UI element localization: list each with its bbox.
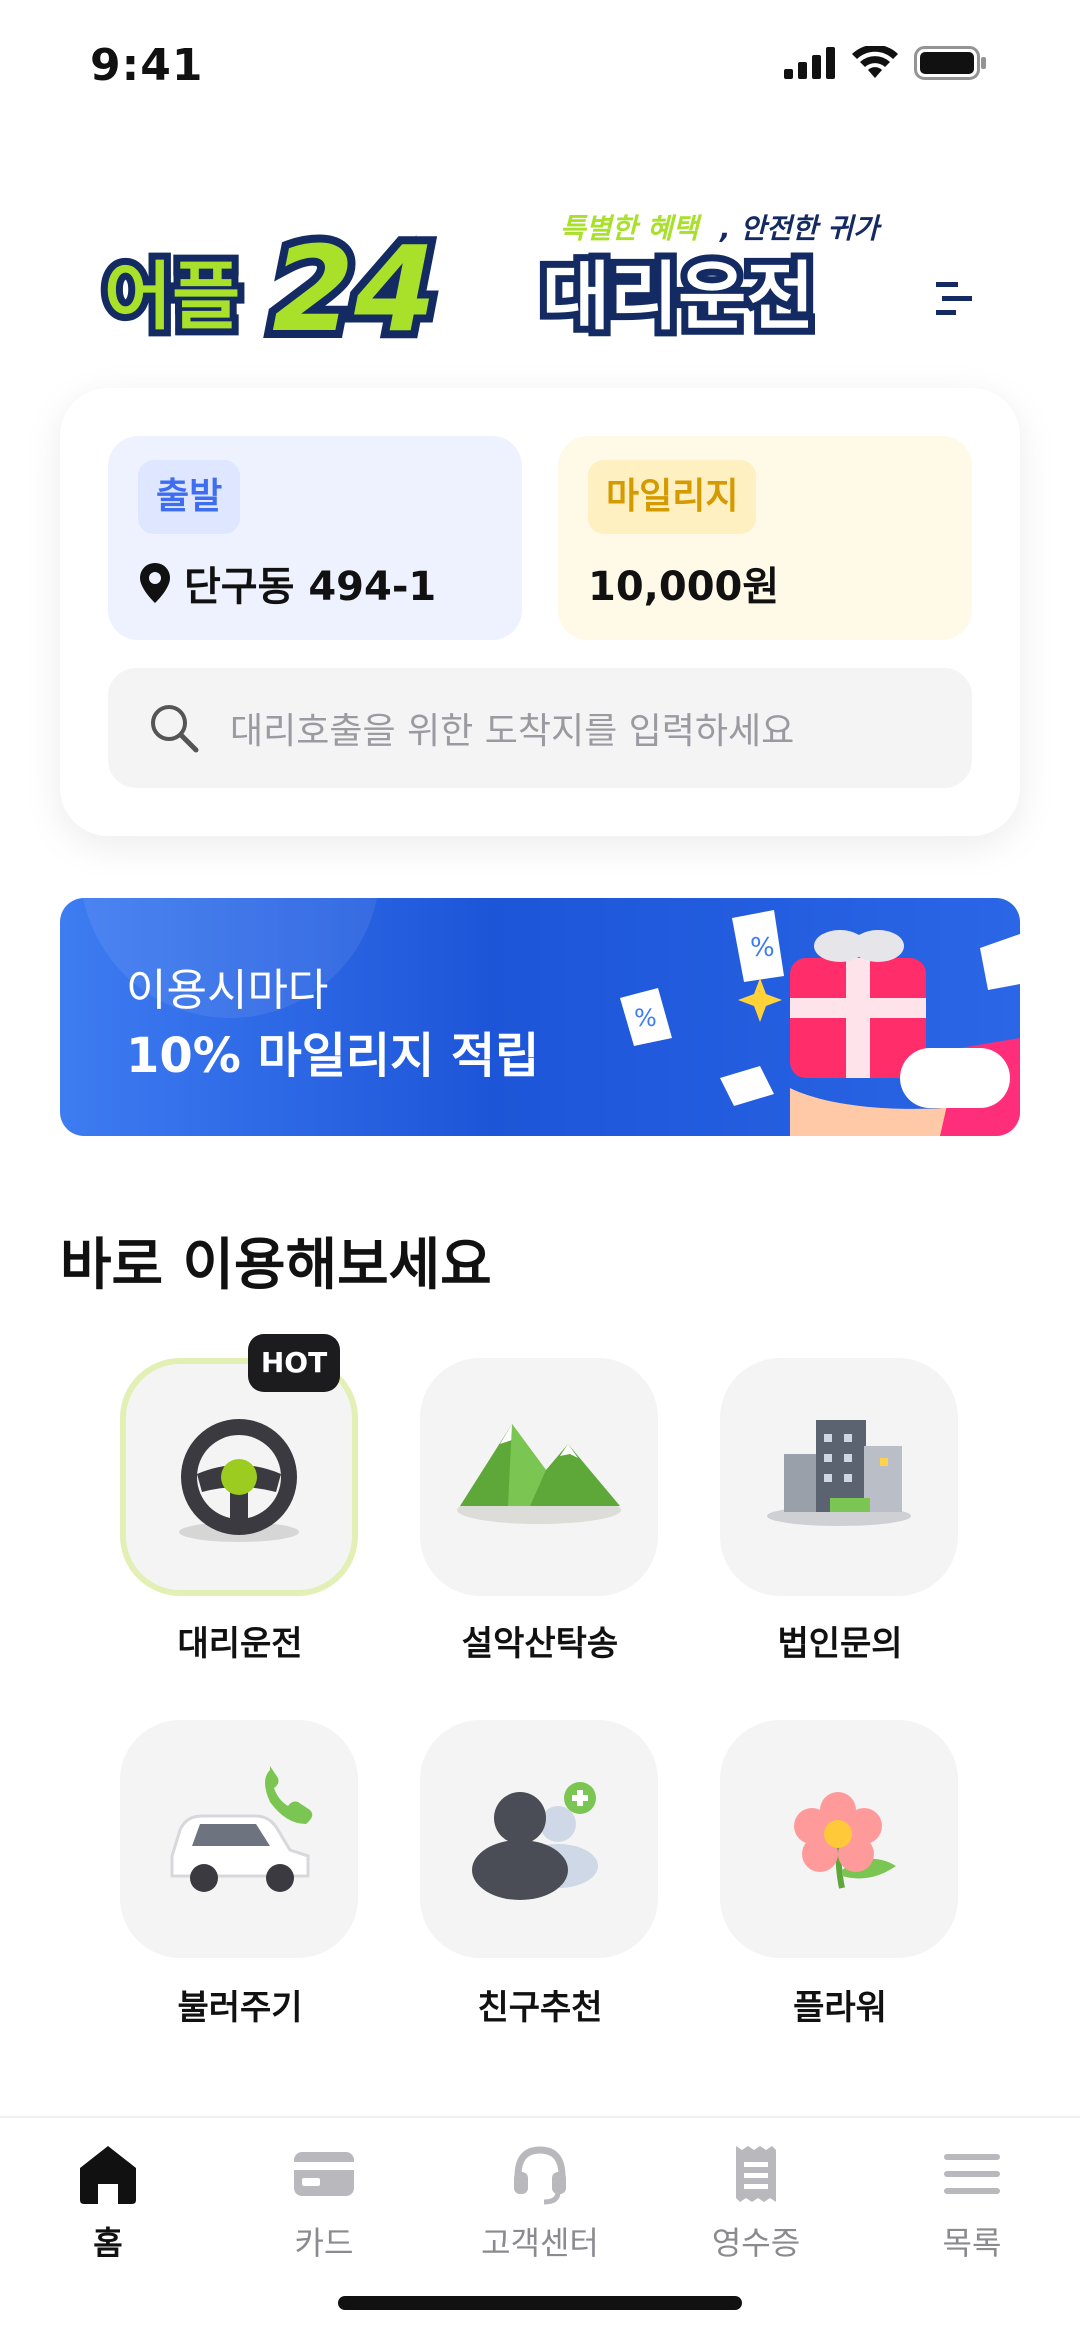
menu-icon — [944, 2154, 1000, 2194]
service-label-seorak: 설악산탁송 — [461, 1624, 619, 1664]
receipt-icon — [736, 2146, 776, 2202]
nav-home[interactable]: 홈 — [28, 2142, 188, 2264]
service-label-flower: 플라워 — [793, 1988, 887, 2028]
service-tile-referral[interactable] — [420, 1720, 658, 1958]
app-logo: 어플 어플 24 24 대리운전 특별한 혜택 , 안전한 귀가 — [97, 200, 980, 366]
home-indicator — [338, 2296, 742, 2310]
wifi-icon — [852, 46, 898, 78]
logo-tagline-rest: , 안전한 귀가 — [719, 212, 882, 245]
nav-support[interactable]: 고객센터 — [460, 2142, 620, 2264]
departure-address: 단구동 494-1 — [184, 564, 437, 610]
home-icon — [80, 2146, 136, 2204]
status-bar: 9:41 — [0, 0, 1080, 130]
nav-menu-label: 목록 — [942, 2224, 1002, 2262]
nav-support-label: 고객센터 — [481, 2224, 599, 2262]
mileage-value: 10,000원 — [588, 554, 779, 612]
flower-icon — [794, 1792, 896, 1889]
section-title: 바로 이용해보세요 — [60, 1233, 492, 1298]
status-time: 9:41 — [90, 40, 204, 91]
ride-card: 출발 단구동 494-1 마일리지 10,000원 대리호출을 위한 도착지를 … — [60, 388, 1020, 836]
destination-search[interactable]: 대리호출을 위한 도착지를 입력하세요 — [108, 668, 972, 788]
nav-card[interactable]: 카드 — [244, 2142, 404, 2264]
departure-box[interactable]: 출발 단구동 494-1 — [108, 436, 522, 640]
headset-icon — [514, 2146, 566, 2205]
promo-banner[interactable]: % % 이용시마다 10% 마일리지 적립 — [60, 898, 1020, 1136]
steering-wheel-icon — [179, 1419, 299, 1542]
service-tile-call[interactable] — [120, 1720, 358, 1958]
service-tile-flower[interactable] — [720, 1720, 958, 1958]
svg-text:%: % — [750, 933, 775, 963]
banner-line2: 10% 마일리지 적립 — [126, 1028, 540, 1084]
mileage-amount: 10,000원 — [588, 564, 780, 610]
location-pin-icon — [140, 563, 170, 603]
status-icons — [784, 46, 988, 80]
nav-home-label: 홈 — [93, 2224, 123, 2262]
battery-icon — [914, 46, 986, 80]
card-icon — [294, 2152, 354, 2196]
nav-card-label: 카드 — [294, 2224, 354, 2262]
service-label-call: 불러주기 — [177, 1988, 303, 2028]
logo-service: 대리운전 — [542, 254, 814, 340]
search-placeholder: 대리호출을 위한 도착지를 입력하세요 — [230, 711, 795, 752]
svg-text:%: % — [634, 1004, 657, 1032]
mileage-box[interactable]: 마일리지 10,000원 — [558, 436, 972, 640]
nav-receipt-label: 영수증 — [711, 2224, 801, 2262]
departure-value: 단구동 494-1 — [138, 554, 436, 612]
service-label-referral: 친구추천 — [477, 1988, 603, 2028]
service-tile-daeri[interactable] — [120, 1358, 358, 1596]
logo-tagline-highlight: 특별한 혜택 — [560, 212, 703, 245]
logo-graphic: 어플 어플 24 24 대리운전 특별한 혜택 , 안전한 귀가 — [97, 212, 972, 366]
mileage-label: 마일리지 — [588, 460, 757, 534]
service-tile-corporate[interactable] — [720, 1358, 958, 1596]
service-tile-seorak[interactable] — [420, 1358, 658, 1596]
signal-icon — [784, 47, 835, 79]
mountain-icon — [457, 1424, 621, 1524]
banner-line1: 이용시마다 — [126, 965, 329, 1016]
hot-badge: HOT — [248, 1334, 340, 1392]
service-label-corporate: 법인문의 — [777, 1624, 903, 1664]
search-icon — [151, 705, 199, 753]
car-phone-icon — [170, 1766, 313, 1892]
building-icon — [767, 1420, 911, 1526]
nav-receipt[interactable]: 영수증 — [676, 2142, 836, 2264]
nav-menu[interactable]: 목록 — [892, 2142, 1052, 2264]
logo-brand: 어플 — [104, 254, 240, 340]
add-friend-icon — [472, 1782, 598, 1900]
banner-indicator — [900, 1048, 1010, 1108]
logo-number: 24 — [272, 220, 436, 350]
departure-label: 출발 — [138, 460, 241, 534]
service-label-daeri: 대리운전 — [177, 1624, 303, 1664]
